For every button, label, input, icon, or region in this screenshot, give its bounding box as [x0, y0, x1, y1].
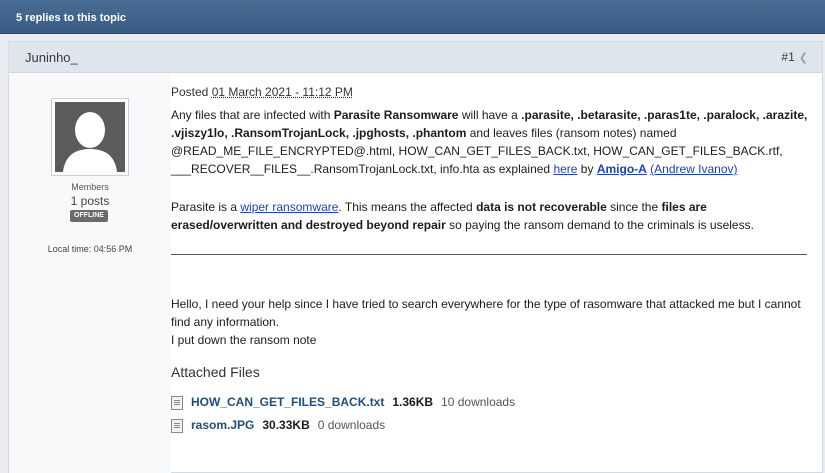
- attachment-link[interactable]: rasom.JPG: [191, 418, 254, 432]
- ransomware-name: Parasite Ransomware: [333, 108, 459, 122]
- attachment-item: rasom.JPG 30.33KB 0 downloads: [171, 416, 385, 434]
- post-number-label[interactable]: #1: [781, 50, 794, 64]
- share-icon[interactable]: ❮: [799, 51, 808, 64]
- message-line-1: Hello, I need your help since I have tri…: [171, 297, 801, 329]
- text-span: Any files that are infected with: [171, 108, 334, 122]
- text-span: so paying the ransom demand to the crimi…: [445, 218, 754, 232]
- posted-date[interactable]: 01 March 2021 - 11:12 PM: [212, 85, 353, 99]
- member-group: Members: [71, 182, 109, 192]
- here-link[interactable]: here: [553, 162, 577, 176]
- wiper-ransomware-link[interactable]: wiper ransomware: [240, 200, 338, 214]
- author-name-link[interactable]: Juninho_: [25, 50, 78, 65]
- quote-paragraph-2: Parasite is a wiper ransomware. This mea…: [171, 198, 811, 234]
- post-container: Juninho_ #1 ❮ Members 1 posts OFFLINE Loc…: [8, 41, 823, 473]
- text-span: since the: [606, 200, 662, 214]
- attached-files-title: Attached Files: [171, 364, 260, 380]
- attachment-item: HOW_CAN_GET_FILES_BACK.txt 1.36KB 10 downl…: [171, 393, 515, 411]
- text-file-icon: [171, 395, 183, 410]
- text-span: will have a: [458, 108, 522, 122]
- attachment-downloads: 0 downloads: [317, 418, 386, 432]
- attachment-size: 1.36KB: [392, 395, 434, 409]
- divider: [171, 254, 807, 255]
- text-span: . This means the affected: [338, 200, 477, 214]
- posted-date-line: Posted 01 March 2021 - 11:12 PM: [171, 83, 353, 101]
- attachment-size: 30.33KB: [262, 418, 310, 432]
- local-time: Local time: 04:56 PM: [47, 244, 133, 254]
- attachment-link[interactable]: HOW_CAN_GET_FILES_BACK.txt: [191, 395, 384, 409]
- text-span: by: [577, 162, 597, 176]
- status-badge: OFFLINE: [70, 210, 108, 222]
- amigo-link[interactable]: Amigo-A: [597, 162, 647, 176]
- post-count: 1 posts: [70, 194, 110, 208]
- bold-text: data is not recoverable: [476, 200, 607, 214]
- topic-header-bar: 5 replies to this topic: [0, 0, 825, 34]
- quote-paragraph-1: Any files that are infected with Parasit…: [171, 106, 811, 178]
- message-line-2: I put down the ransom note: [171, 333, 317, 347]
- text-span: Parasite is a: [171, 200, 241, 214]
- posted-label: Posted: [171, 85, 209, 99]
- replies-count: 5 replies to this topic: [16, 12, 127, 24]
- post-number[interactable]: #1 ❮: [781, 50, 808, 64]
- avatar[interactable]: [51, 98, 129, 176]
- post-header: Juninho_ #1 ❮: [9, 42, 822, 73]
- image-file-icon: [171, 418, 183, 433]
- attachment-downloads: 10 downloads: [441, 395, 516, 409]
- avatar-placeholder-icon: [55, 102, 125, 172]
- andrew-ivanov-link[interactable]: (Andrew Ivanov): [650, 162, 737, 176]
- message-body: Hello, I need your help since I have tri…: [171, 295, 811, 349]
- author-sidebar: Members 1 posts OFFLINE Local time: 04:5…: [9, 73, 171, 473]
